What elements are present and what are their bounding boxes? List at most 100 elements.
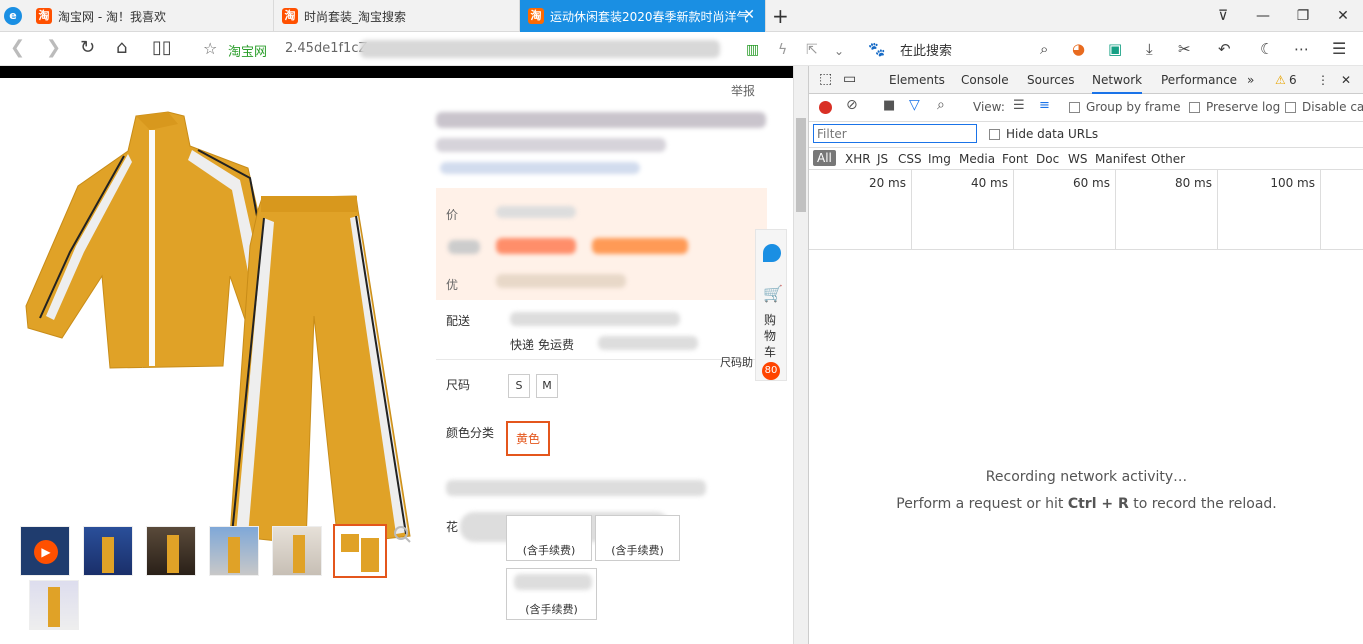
window-controls: ⊽ — ❐ ✕ (1203, 0, 1363, 32)
kebab-menu-icon[interactable]: ⋮ (1317, 73, 1329, 87)
fee-label: (含手续费) (611, 544, 664, 557)
large-rows-icon[interactable]: ☰ (1013, 98, 1025, 113)
extension-icon[interactable]: ▣ (1108, 39, 1122, 59)
undo-icon[interactable]: ↶ (1218, 39, 1231, 59)
chat-icon[interactable] (763, 244, 781, 262)
report-link[interactable]: 举报 (731, 82, 755, 99)
restore-icon[interactable]: ❐ (1283, 0, 1323, 32)
share-icon[interactable]: ⇱ (806, 40, 818, 60)
type-all[interactable]: All (813, 150, 836, 166)
type-img[interactable]: Img (928, 152, 951, 166)
tab-product[interactable]: 淘 运动休闲套装2020春季新款时尚洋气 ✕ (520, 0, 766, 32)
scrollbar-thumb[interactable] (796, 118, 806, 212)
type-js[interactable]: JS (877, 152, 888, 166)
tab-taobao-search[interactable]: 淘 时尚套装_淘宝搜索 (274, 0, 520, 32)
jacket-illustration (25, 111, 281, 383)
menu-icon[interactable]: ⊽ (1203, 0, 1243, 32)
waterfall-icon[interactable]: ≡ (1039, 98, 1050, 113)
browser-logo-icon[interactable]: e (4, 7, 22, 25)
back-icon[interactable]: ❮ (10, 38, 25, 58)
fee-option[interactable]: (含手续费) (506, 515, 592, 561)
reading-icon[interactable]: ▥ (746, 40, 759, 60)
size-option-s[interactable]: S (508, 374, 530, 398)
download-icon[interactable]: ⤓ (1146, 39, 1153, 59)
type-other[interactable]: Other (1151, 152, 1185, 166)
filter-icon[interactable]: ▽ (909, 97, 920, 113)
price-panel: 价 优 (436, 188, 767, 300)
tab-elements[interactable]: Elements (889, 73, 945, 87)
disable-cache-toggle[interactable]: Disable cac (1285, 100, 1363, 114)
tab-label: 时尚套装_淘宝搜索 (304, 9, 407, 24)
baidu-paw-icon[interactable]: 🐾 (868, 40, 885, 60)
close-tab-icon[interactable]: ✕ (743, 7, 755, 23)
divider (436, 359, 767, 360)
chevron-down-icon[interactable]: ⌄ (834, 41, 844, 61)
close-devtools-icon[interactable]: ✕ (1341, 73, 1351, 87)
group-by-frame-toggle[interactable]: Group by frame (1069, 100, 1180, 114)
type-xhr[interactable]: XHR (845, 152, 871, 166)
bookmark-star-icon[interactable]: ☆ (203, 39, 217, 59)
night-mode-icon[interactable]: ☾ (1260, 39, 1273, 59)
size-help-link[interactable]: 尺码助 (720, 354, 753, 370)
more-icon[interactable]: ⋯ (1294, 39, 1309, 59)
product-main-image[interactable] (18, 106, 418, 546)
thumbnail-image[interactable] (146, 526, 196, 576)
new-tab-button[interactable]: + (772, 4, 789, 28)
tab-taobao-home[interactable]: 淘 淘宝网 - 淘！我喜欢 (28, 0, 274, 32)
record-icon[interactable] (819, 101, 832, 114)
type-css[interactable]: CSS (898, 152, 922, 166)
url-input[interactable]: 2.45de1f1cZ (285, 41, 367, 56)
reload-icon[interactable]: ↻ (80, 38, 95, 58)
thumbnail-selected[interactable] (333, 524, 387, 578)
page-scrollbar[interactable] (793, 66, 808, 644)
tab-performance[interactable]: Performance (1161, 73, 1237, 87)
game-icon[interactable]: ◕ (1072, 39, 1085, 59)
tab-label: 淘宝网 - 淘！我喜欢 (58, 9, 166, 24)
search-input[interactable]: 在此搜索 (900, 40, 952, 59)
pants-illustration (229, 195, 411, 545)
thumbnail-image[interactable] (29, 580, 79, 630)
tab-sources[interactable]: Sources (1027, 73, 1074, 87)
timeline-overview[interactable]: 20 ms 40 ms 60 ms 80 ms 100 ms (809, 170, 1363, 250)
search-icon[interactable]: ⌕ (1040, 39, 1048, 59)
size-option-m[interactable]: M (536, 374, 558, 398)
type-media[interactable]: Media (959, 152, 995, 166)
type-manifest[interactable]: Manifest (1095, 152, 1146, 166)
spec-redaction (446, 480, 706, 496)
scissors-icon[interactable]: ✂ (1178, 39, 1191, 59)
minimize-icon[interactable]: — (1243, 0, 1283, 32)
thumbnail-image[interactable] (272, 526, 322, 576)
capture-screenshots-icon[interactable]: ■ (883, 98, 895, 113)
reader-icon[interactable]: ▯▯ (152, 38, 172, 58)
tab-network[interactable]: Network (1092, 73, 1143, 94)
thumbnail-image[interactable] (83, 526, 133, 576)
close-window-icon[interactable]: ✕ (1323, 0, 1363, 32)
color-option-yellow[interactable]: 黄色 (506, 421, 550, 456)
inspect-icon[interactable]: ⬚ (819, 71, 832, 87)
resource-type-filter: All XHR JS CSS Img Media Font Doc WS Man… (809, 148, 1363, 170)
lightning-icon[interactable]: ϟ (778, 40, 787, 60)
type-doc[interactable]: Doc (1036, 152, 1059, 166)
filter-input[interactable] (813, 124, 977, 143)
device-toolbar-icon[interactable]: ▭ (843, 71, 856, 87)
taobao-icon: 淘 (528, 8, 544, 24)
search-icon[interactable]: ⌕ (937, 97, 945, 113)
hide-data-urls-toggle[interactable]: Hide data URLs (989, 127, 1098, 141)
forward-icon[interactable]: ❯ (46, 38, 61, 58)
type-font[interactable]: Font (1002, 152, 1028, 166)
preserve-log-toggle[interactable]: Preserve log (1189, 100, 1280, 114)
type-ws[interactable]: WS (1068, 152, 1087, 166)
thumbnail-video[interactable]: ▶ (20, 526, 70, 576)
cart-icon[interactable]: 🛒 (763, 284, 783, 303)
more-tabs-icon[interactable]: » (1247, 73, 1254, 87)
clear-icon[interactable]: ⊘ (846, 97, 858, 113)
cart-label[interactable]: 购物车 (764, 312, 780, 360)
warning-count[interactable]: 6 (1289, 73, 1297, 87)
hamburger-menu-icon[interactable]: ☰ (1332, 39, 1346, 59)
fee-option[interactable]: (含手续费) (595, 515, 680, 561)
tab-console[interactable]: Console (961, 73, 1009, 87)
promo-redaction (496, 274, 626, 288)
home-icon[interactable]: ⌂ (116, 38, 127, 58)
thumbnail-image[interactable] (209, 526, 259, 576)
warning-icon[interactable]: ⚠ (1275, 73, 1286, 87)
